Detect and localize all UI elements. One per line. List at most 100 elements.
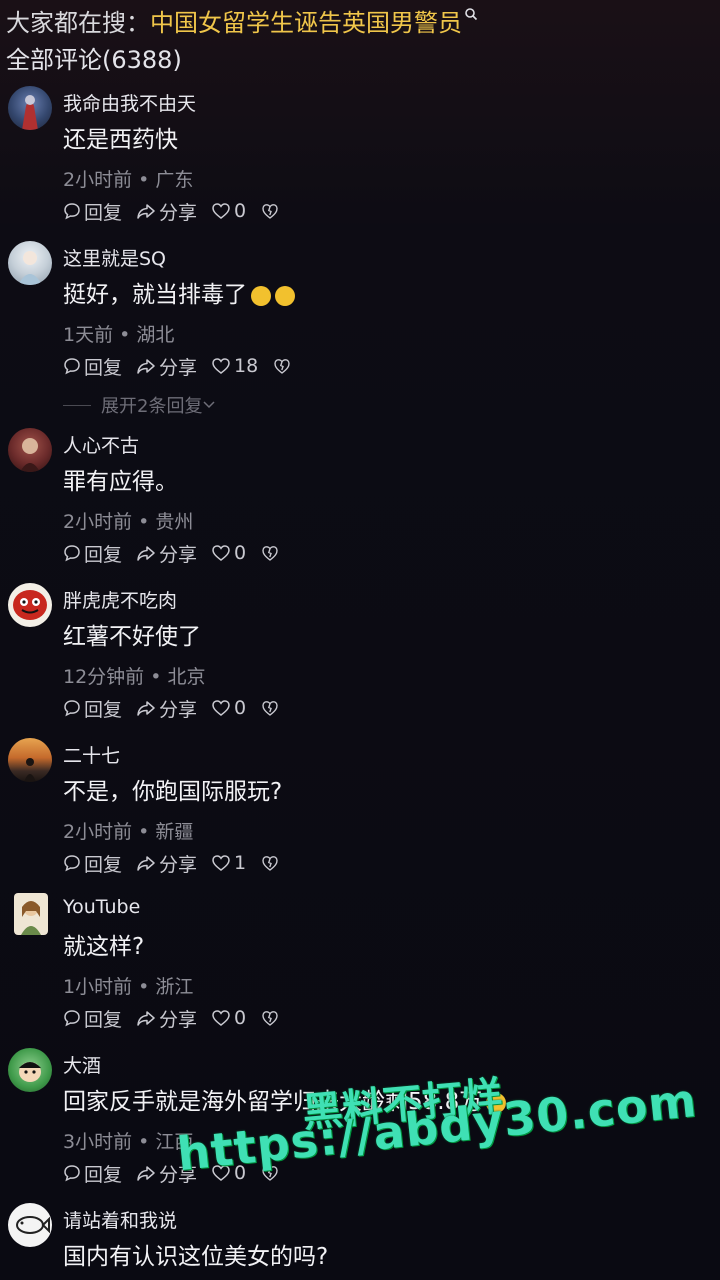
reply-label: 回复: [84, 698, 123, 721]
share-icon: [137, 1166, 155, 1181]
broken-heart-icon: [262, 701, 278, 716]
share-icon: [137, 359, 155, 374]
reply-button[interactable]: 回复: [63, 1160, 122, 1187]
comment-meta: 3小时前 • 江西: [63, 1127, 193, 1154]
heart-icon: [212, 1010, 230, 1026]
comment-location: 新疆: [155, 821, 194, 843]
chevron-down-icon: [203, 401, 215, 409]
search-icon[interactable]: [464, 7, 478, 21]
heart-icon: [212, 203, 230, 219]
search-query[interactable]: 中国女留学生诬告英国男警员: [150, 3, 462, 38]
username[interactable]: 我命由我不由天: [63, 89, 196, 116]
comment-location: 北京: [167, 666, 206, 688]
avatar[interactable]: [8, 428, 52, 472]
comment-time: 1天前: [63, 324, 114, 346]
reply-button[interactable]: 回复: [63, 353, 122, 380]
like-button[interactable]: 18: [211, 355, 258, 377]
comment-meta: 1小时前 • 浙江: [63, 972, 193, 999]
share-label: 分享: [159, 201, 198, 224]
share-label: 分享: [159, 853, 198, 876]
comment-text: 还是西药快: [63, 127, 178, 153]
share-label: 分享: [159, 698, 198, 721]
comment-meta: 1天前 • 湖北: [63, 320, 174, 347]
share-button[interactable]: 分享: [136, 850, 197, 877]
meta-separator: •: [119, 324, 131, 346]
avatar[interactable]: [8, 86, 52, 130]
username[interactable]: 这里就是SQ: [63, 244, 166, 271]
broken-heart-icon: [274, 359, 290, 374]
share-button[interactable]: 分享: [136, 353, 197, 380]
reply-icon: [64, 358, 80, 375]
reply-icon: [64, 855, 80, 872]
reply-button[interactable]: 回复: [63, 1005, 122, 1032]
share-button[interactable]: 分享: [136, 540, 197, 567]
dislike-button[interactable]: [260, 854, 283, 872]
reply-label: 回复: [84, 543, 123, 566]
comment-count: 全部评论(6388): [6, 46, 182, 74]
dislike-button[interactable]: [260, 699, 283, 717]
comment-text: 就这样?: [63, 934, 145, 960]
comments-page: 大家都在搜： 中国女留学生诬告英国男警员 全部评论(6388) 我命由我不由天 …: [0, 0, 720, 1280]
share-button[interactable]: 分享: [136, 695, 197, 722]
divider-line: [63, 404, 91, 406]
reply-label: 回复: [84, 1163, 123, 1186]
reply-button[interactable]: 回复: [63, 695, 122, 722]
comment-text: 红薯不好使了: [63, 624, 201, 650]
like-count: 0: [234, 1007, 247, 1029]
broken-heart-icon: [262, 204, 278, 219]
dislike-button[interactable]: [260, 202, 283, 220]
comment-meta: 2小时前 • 新疆: [63, 817, 193, 844]
share-label: 分享: [159, 1008, 198, 1031]
reply-icon: [64, 203, 80, 220]
avatar[interactable]: [14, 893, 48, 935]
comment-location: 贵州: [155, 511, 194, 533]
dislike-button[interactable]: [272, 357, 295, 375]
like-button[interactable]: 0: [211, 200, 246, 222]
username[interactable]: 人心不古: [63, 431, 139, 458]
dislike-button[interactable]: [260, 1009, 283, 1027]
share-button[interactable]: 分享: [136, 198, 197, 225]
reply-button[interactable]: 回复: [63, 198, 122, 225]
comment-actions: 回复 分享 0: [63, 1005, 297, 1031]
reply-button[interactable]: 回复: [63, 540, 122, 567]
share-icon: [137, 701, 155, 716]
comment-actions: 回复 分享 0: [63, 198, 297, 224]
avatar[interactable]: [8, 1203, 52, 1247]
like-count: 1: [234, 852, 247, 874]
comment-time: 2小时前: [63, 169, 133, 191]
comment-text: 不是，你跑国际服玩?: [63, 779, 283, 805]
laughing-emoji-icon: [275, 285, 295, 306]
meta-separator: •: [138, 821, 150, 843]
like-button[interactable]: 0: [211, 542, 246, 564]
comment-text-body: 挺好，就当排毒了: [63, 282, 247, 308]
comment-location: 湖北: [136, 324, 175, 346]
like-button[interactable]: 0: [211, 697, 246, 719]
avatar[interactable]: [8, 1048, 52, 1092]
broken-heart-icon: [262, 546, 278, 561]
avatar[interactable]: [8, 241, 52, 285]
expand-replies-button[interactable]: 展开2条回复: [63, 392, 216, 418]
username[interactable]: 请站着和我说: [63, 1206, 177, 1233]
reply-label: 回复: [84, 853, 123, 876]
like-button[interactable]: 1: [211, 852, 246, 874]
reply-icon: [64, 545, 80, 562]
reply-icon: [64, 1010, 80, 1027]
heart-icon: [212, 855, 230, 871]
avatar[interactable]: [8, 583, 52, 627]
username[interactable]: 二十七: [63, 741, 120, 768]
laughing-emoji-icon: [251, 285, 271, 306]
username[interactable]: YouTube: [63, 896, 140, 918]
reply-button[interactable]: 回复: [63, 850, 122, 877]
heart-icon: [212, 358, 230, 374]
username[interactable]: 胖虎虎不吃肉: [63, 586, 177, 613]
username[interactable]: 大酒: [63, 1051, 101, 1078]
avatar[interactable]: [8, 738, 52, 782]
like-count: 18: [234, 355, 259, 377]
like-button[interactable]: 0: [211, 1007, 246, 1029]
comment-meta: 2小时前 • 贵州: [63, 507, 193, 534]
search-suggestion[interactable]: 大家都在搜： 中国女留学生诬告英国男警员: [6, 2, 478, 38]
like-count: 0: [234, 542, 247, 564]
dislike-button[interactable]: [260, 544, 283, 562]
share-button[interactable]: 分享: [136, 1005, 197, 1032]
share-label: 分享: [159, 356, 198, 379]
